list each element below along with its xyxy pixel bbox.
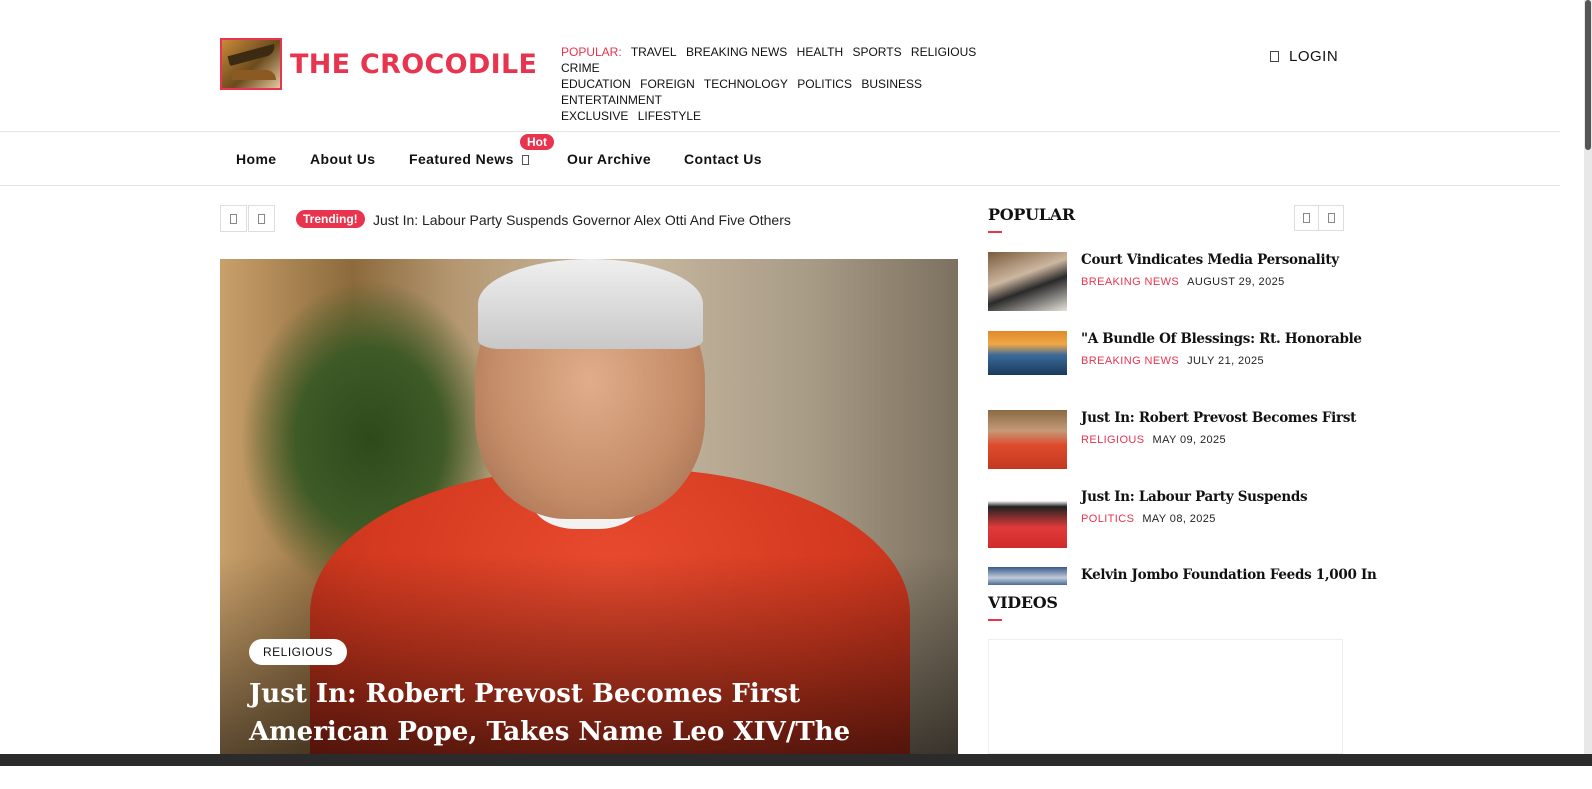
popular-post[interactable]: Just In: Labour Party Suspends POLITICS M… [988,489,1348,549]
popular-link-entertainment[interactable]: ENTERTAINMENT [561,93,662,107]
videos-title-text: VIDEOS [988,593,1058,612]
popular-arrows [1294,205,1344,231]
post-date: MAY 08, 2025 [1142,513,1216,525]
post-date: AUGUST 29, 2025 [1187,276,1285,288]
post-thumbnail[interactable] [988,252,1067,311]
popular-next-button[interactable] [1319,206,1343,230]
hero-category-badge[interactable]: RELIGIOUS [249,639,347,665]
popular-prev-button[interactable] [1295,206,1319,230]
post-thumbnail[interactable] [988,489,1067,548]
popular-post[interactable]: Kelvin Jombo Foundation Feeds 1,000 In [988,567,1377,587]
popular-links: POPULAR: TRAVEL BREAKING NEWS HEALTH SPO… [561,44,1001,124]
popular-section-title: POPULAR [988,205,1075,233]
popular-link-technology[interactable]: TECHNOLOGY [704,77,788,91]
trending-arrows [220,205,275,232]
post-title[interactable]: Kelvin Jombo Foundation Feeds 1,000 In [1081,567,1377,583]
post-date: MAY 09, 2025 [1152,434,1227,446]
login-button[interactable]: LOGIN [1270,48,1338,65]
chevron-right-icon [258,213,265,224]
taskbar-strip [0,754,1592,766]
trending-badge: Trending! [296,210,365,228]
popular-post[interactable]: Court Vindicates Media Personality BREAK… [988,252,1348,312]
popular-title-text: POPULAR [988,205,1075,224]
nav-item-home[interactable]: Home [236,151,277,167]
user-icon [1270,51,1279,62]
nav-item-featured-news[interactable]: Featured News [409,151,529,167]
popular-link-lifestyle[interactable]: LIFESTYLE [638,109,701,123]
popular-link-politics[interactable]: POLITICS [797,77,852,91]
post-category[interactable]: RELIGIOUS [1081,434,1145,446]
post-thumbnail[interactable] [988,410,1067,469]
popular-post[interactable]: "A Bundle Of Blessings: Rt. Honorable BR… [988,331,1362,391]
chevron-left-icon [230,213,237,224]
post-title[interactable]: Just In: Robert Prevost Becomes First [1081,410,1356,426]
popular-link-religious[interactable]: RELIGIOUS [911,45,976,59]
popular-link-health[interactable]: HEALTH [797,45,843,59]
popular-post[interactable]: Just In: Robert Prevost Becomes First RE… [988,410,1356,470]
site-logo[interactable]: THE CROCODILE [220,38,537,90]
post-title[interactable]: Just In: Labour Party Suspends [1081,489,1308,505]
chevron-right-icon [1327,213,1335,223]
post-title[interactable]: Court Vindicates Media Personality [1081,252,1339,268]
post-category[interactable]: BREAKING NEWS [1081,276,1179,288]
popular-link-crime[interactable]: CRIME [561,61,600,75]
trending-next-button[interactable] [248,205,275,232]
chevron-down-icon [521,155,529,165]
chevron-left-icon [1303,213,1310,223]
main-nav: Home About Us Featured News Hot Our Arch… [0,131,1560,186]
nav-item-our-archive[interactable]: Our Archive [567,151,651,167]
nav-item-featured-news-label: Featured News [409,151,514,167]
login-label: LOGIN [1289,48,1339,65]
popular-link-exclusive[interactable]: EXCLUSIVE [561,109,628,123]
post-category[interactable]: BREAKING NEWS [1081,355,1179,367]
site-title: THE CROCODILE [290,48,538,80]
popular-link-breaking-news[interactable]: BREAKING NEWS [686,45,787,59]
post-thumbnail[interactable] [988,567,1067,585]
popular-link-travel[interactable]: TRAVEL [631,45,677,59]
videos-section-title: VIDEOS [988,593,1058,621]
post-date: JULY 21, 2025 [1187,355,1265,367]
video-player[interactable] [988,639,1343,754]
popular-label: POPULAR: [561,45,622,59]
post-title[interactable]: "A Bundle Of Blessings: Rt. Honorable [1081,331,1362,347]
page-scrollbar[interactable] [1584,0,1592,766]
crocodile-logo-icon [220,38,282,90]
trending-headline[interactable]: Just In: Labour Party Suspends Governor … [373,212,791,228]
popular-link-business[interactable]: BUSINESS [861,77,922,91]
nav-item-about-us[interactable]: About Us [310,151,375,167]
post-category[interactable]: POLITICS [1081,513,1134,525]
nav-item-contact-us[interactable]: Contact Us [684,151,762,167]
hot-badge: Hot [520,134,554,150]
post-thumbnail[interactable] [988,331,1067,375]
trending-prev-button[interactable] [220,205,247,232]
popular-link-sports[interactable]: SPORTS [852,45,901,59]
popular-link-foreign[interactable]: FOREIGN [640,77,695,91]
hero-title[interactable]: Just In: Robert Prevost Becomes First Am… [249,675,929,789]
popular-link-education[interactable]: EDUCATION [561,77,631,91]
